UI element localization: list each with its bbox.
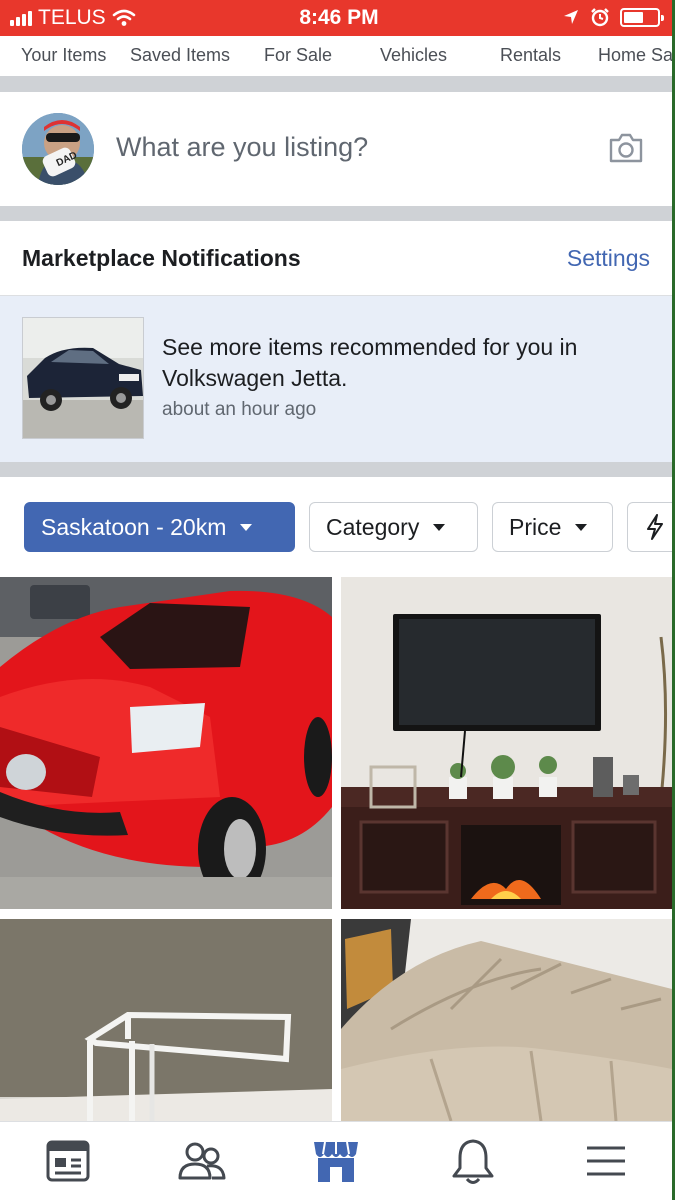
listing-prompt[interactable]: What are you listing? (116, 132, 368, 163)
listing-composer[interactable]: DAD What are you listing? (0, 92, 672, 206)
notification-time: about an hour ago (162, 399, 317, 420)
filter-bar: Saskatoon - 20km Category Price (0, 477, 672, 577)
bottom-navigation (0, 1121, 672, 1200)
jetta-thumbnail (22, 317, 144, 439)
listing-tile[interactable] (0, 919, 332, 1121)
section-divider (0, 76, 672, 92)
beige-futon-photo (341, 919, 672, 1121)
notification-text: See more items recommended for you in Vo… (162, 334, 578, 391)
chevron-down-icon (433, 523, 446, 531)
location-filter-label: Saskatoon - 20km (41, 513, 227, 540)
camera-icon[interactable] (608, 132, 644, 164)
section-divider (0, 206, 672, 221)
category-filter-label: Category (326, 513, 420, 540)
location-filter[interactable]: Saskatoon - 20km (24, 502, 295, 552)
listing-tile[interactable] (341, 577, 672, 909)
news-feed-icon[interactable] (44, 1136, 94, 1186)
category-filter[interactable]: Category (309, 502, 478, 552)
lightning-icon (647, 514, 663, 540)
listing-tile[interactable] (0, 577, 332, 909)
tab-saved-items[interactable]: Saved Items (130, 45, 230, 66)
price-filter-label: Price (509, 513, 562, 540)
quick-filter[interactable] (627, 502, 672, 552)
notifications-header: Marketplace Notifications Settings (0, 221, 672, 296)
chevron-down-icon (575, 523, 588, 531)
section-divider (0, 462, 672, 477)
marketplace-screen: TELUS 8:46 PM Your Items Saved Items For… (0, 0, 672, 1200)
avatar[interactable]: DAD (22, 113, 94, 185)
price-filter[interactable]: Price (492, 502, 613, 552)
battery-icon (620, 7, 664, 27)
location-arrow-icon (564, 10, 578, 24)
tab-rentals[interactable]: Rentals (500, 45, 561, 66)
glass-side-table-photo (0, 919, 332, 1121)
tv-fireplace-stand-photo (341, 577, 672, 909)
menu-icon[interactable] (581, 1136, 631, 1186)
tab-your-items[interactable]: Your Items (21, 45, 106, 66)
notification-item[interactable]: See more items recommended for you in Vo… (0, 296, 672, 462)
notifications-title: Marketplace Notifications (22, 245, 301, 271)
chevron-down-icon (240, 523, 253, 531)
red-toy-car-photo (0, 577, 332, 909)
marketplace-icon[interactable] (311, 1136, 361, 1186)
tab-home-sales[interactable]: Home Sa (598, 45, 672, 66)
tab-vehicles[interactable]: Vehicles (380, 45, 447, 66)
alarm-icon (591, 8, 609, 27)
tab-for-sale[interactable]: For Sale (264, 45, 332, 66)
category-tabs: Your Items Saved Items For Sale Vehicles… (0, 36, 672, 76)
notifications-icon[interactable] (448, 1136, 498, 1186)
status-bar: TELUS 8:46 PM (0, 0, 672, 36)
listing-tile[interactable] (341, 919, 672, 1121)
settings-link[interactable]: Settings (567, 245, 650, 272)
friends-icon[interactable] (177, 1136, 227, 1186)
